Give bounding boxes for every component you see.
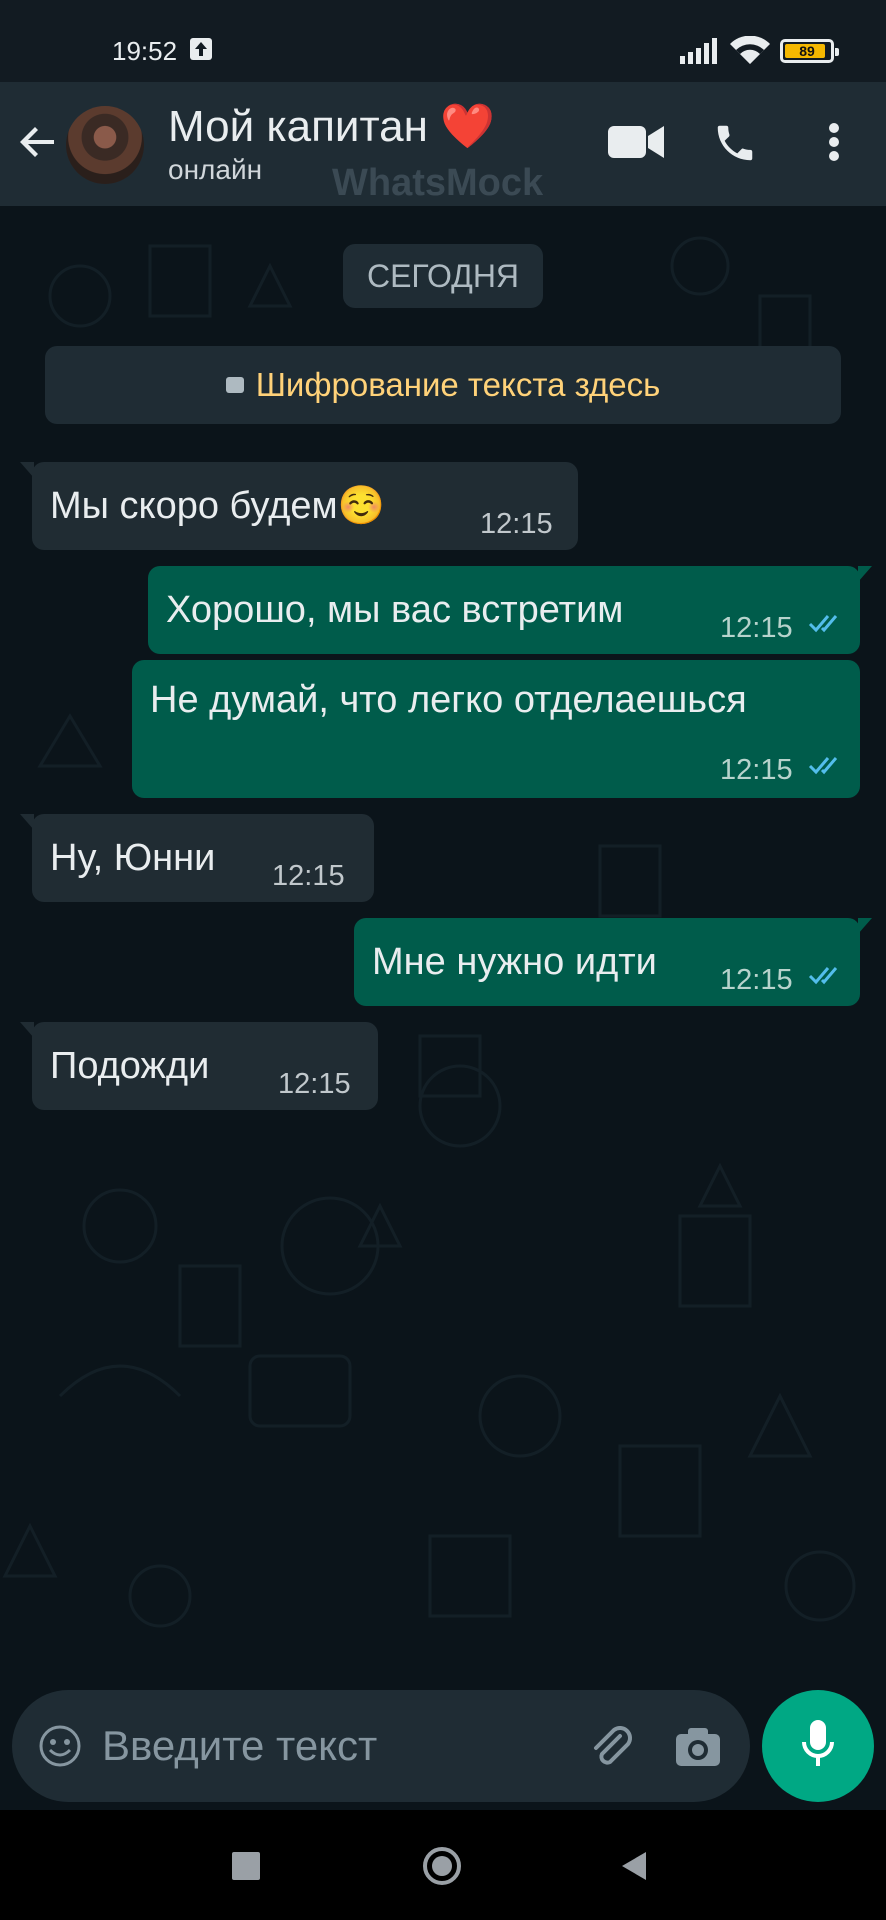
- video-call-icon[interactable]: [608, 124, 664, 165]
- message-time: 12:15: [480, 508, 553, 540]
- message-outgoing[interactable]: Хорошо, мы вас встретим 12:15: [148, 566, 872, 654]
- camera-icon[interactable]: [674, 1726, 722, 1773]
- message-text: Мы скоро будем☺️: [50, 485, 385, 527]
- message-text: Мне нужно идти: [372, 941, 657, 983]
- contact-status: онлайн: [168, 154, 263, 185]
- more-vert-icon[interactable]: [828, 122, 840, 167]
- contact-name-text: Мой капитан: [168, 102, 428, 151]
- battery-icon: 89: [780, 39, 839, 63]
- contact-name[interactable]: Мой капитан ❤️: [168, 100, 495, 152]
- read-ticks-icon: [808, 967, 838, 985]
- avatar[interactable]: [66, 106, 144, 184]
- message-incoming[interactable]: Ну, Юнни 12:15: [20, 814, 374, 902]
- signal-icon: [680, 38, 717, 64]
- attach-icon[interactable]: [586, 1722, 636, 1777]
- mic-icon: [800, 1716, 836, 1781]
- message-time: 12:15: [272, 860, 345, 892]
- battery-level: 89: [799, 43, 815, 59]
- chat-area[interactable]: СЕГОДНЯ Шифрование текста здесь Мы скоро…: [0, 206, 886, 1694]
- date-chip: СЕГОДНЯ: [343, 244, 543, 308]
- message-text: Подожди: [50, 1045, 210, 1087]
- wifi-icon: [730, 36, 770, 64]
- back-arrow-icon[interactable]: [18, 122, 58, 167]
- home-button[interactable]: [422, 1846, 462, 1891]
- message-time: 12:15: [720, 612, 793, 644]
- watermark: WhatsMock: [332, 162, 544, 204]
- message-input[interactable]: Введите текст: [102, 1722, 377, 1770]
- read-ticks-icon: [808, 615, 838, 633]
- message-time: 12:15: [278, 1068, 351, 1100]
- heart-emoji: ❤️: [440, 102, 495, 151]
- status-bar: 19:52 89: [0, 0, 886, 82]
- back-button[interactable]: [620, 1850, 648, 1887]
- upload-icon: [190, 38, 212, 60]
- encryption-text: Шифрование текста здесь: [255, 366, 661, 403]
- mic-button[interactable]: [762, 1690, 874, 1802]
- message-outgoing[interactable]: Не думай, что легко отделаешься 12:15: [132, 660, 860, 798]
- phone-call-icon[interactable]: [712, 120, 758, 171]
- emoji-icon[interactable]: [38, 1724, 82, 1773]
- encryption-notice[interactable]: Шифрование текста здесь: [45, 346, 841, 424]
- message-incoming[interactable]: Мы скоро будем☺️ 12:15: [20, 462, 578, 550]
- message-text: Хорошо, мы вас встретим: [166, 589, 624, 631]
- read-ticks-icon: [808, 757, 838, 775]
- system-nav-bar: [0, 1810, 886, 1920]
- message-input-bar[interactable]: Введите текст: [12, 1690, 750, 1802]
- message-text: Не думай, что легко отделаешься: [150, 679, 747, 721]
- chat-header: Мой капитан ❤️ онлайн WhatsMock: [0, 82, 886, 206]
- message-incoming[interactable]: Подожди 12:15: [20, 1022, 378, 1110]
- lock-icon: [225, 377, 244, 394]
- message-outgoing[interactable]: Мне нужно идти 12:15: [354, 918, 872, 1006]
- message-text: Ну, Юнни: [50, 837, 216, 879]
- status-icons: 89: [680, 36, 839, 66]
- recents-button[interactable]: [232, 1852, 260, 1885]
- message-time: 12:15: [720, 754, 793, 786]
- status-time: 19:52: [112, 36, 178, 66]
- message-time: 12:15: [720, 964, 793, 996]
